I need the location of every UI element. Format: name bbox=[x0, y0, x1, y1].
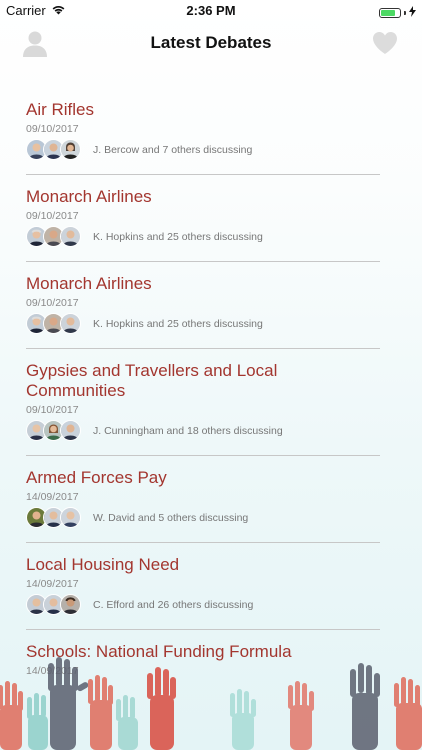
avatar bbox=[60, 313, 81, 334]
discussion-text: C. Efford and 26 others discussing bbox=[93, 598, 254, 611]
discussion-text: K. Hopkins and 25 others discussing bbox=[93, 230, 263, 243]
debate-meta: W. David and 5 others discussing bbox=[26, 507, 380, 528]
debate-date: 14/09/2017 bbox=[26, 578, 79, 590]
avatar bbox=[60, 226, 81, 247]
debate-date: 09/10/2017 bbox=[26, 210, 79, 222]
page-title: Latest Debates bbox=[150, 33, 272, 52]
nav-bar: Latest Debates bbox=[0, 22, 422, 66]
debate-date: 09/10/2017 bbox=[26, 123, 79, 135]
debate-title: Monarch Airlines bbox=[26, 274, 152, 293]
debate-item[interactable]: Local Housing Need 14/09/2017 C. Efford … bbox=[26, 543, 380, 630]
debate-item[interactable]: Air Rifles 09/10/2017 J. Bercow and 7 ot… bbox=[26, 88, 380, 175]
status-time: 2:36 PM bbox=[186, 3, 236, 18]
debate-meta: K. Hopkins and 25 others discussing bbox=[26, 313, 380, 334]
discussion-text: J. Bercow and 7 others discussing bbox=[93, 143, 253, 156]
debate-title: Gypsies and Travellers and Local Communi… bbox=[26, 361, 278, 400]
participant-avatars bbox=[26, 139, 81, 160]
participant-avatars bbox=[26, 594, 81, 615]
debate-date: 14/09/2017 bbox=[26, 665, 79, 677]
avatar bbox=[60, 594, 81, 615]
debate-title: Monarch Airlines bbox=[26, 187, 152, 206]
participant-avatars bbox=[26, 313, 81, 334]
debate-item[interactable]: Armed Forces Pay 14/09/2017 W. David and… bbox=[26, 456, 380, 543]
avatar bbox=[60, 139, 81, 160]
debate-item[interactable]: Schools: National Funding Formula 14/09/… bbox=[26, 630, 380, 691]
battery-area bbox=[379, 4, 416, 22]
discussion-text: J. Cunningham and 18 others discussing bbox=[93, 424, 283, 437]
discussion-text: K. Hopkins and 25 others discussing bbox=[93, 317, 263, 330]
debate-item[interactable]: Monarch Airlines 09/10/2017 K. Hopkins a… bbox=[26, 175, 380, 262]
battery-fill bbox=[381, 10, 396, 16]
debate-date: 09/10/2017 bbox=[26, 404, 79, 416]
heart-icon[interactable] bbox=[372, 31, 398, 55]
participant-avatars bbox=[26, 226, 81, 247]
participant-avatars bbox=[26, 420, 81, 441]
debate-title: Local Housing Need bbox=[26, 555, 180, 574]
debate-meta: C. Efford and 26 others discussing bbox=[26, 594, 380, 615]
debate-item[interactable]: Monarch Airlines 09/10/2017 K. Hopkins a… bbox=[26, 262, 380, 349]
debate-meta: K. Hopkins and 25 others discussing bbox=[26, 226, 380, 247]
debate-title: Armed Forces Pay bbox=[26, 468, 167, 487]
debate-title: Schools: National Funding Formula bbox=[26, 642, 292, 661]
debate-item[interactable]: Gypsies and Travellers and Local Communi… bbox=[26, 349, 380, 456]
battery-tip bbox=[404, 11, 406, 15]
participant-avatars bbox=[26, 507, 81, 528]
discussion-text: W. David and 5 others discussing bbox=[93, 511, 249, 524]
debate-title: Air Rifles bbox=[26, 100, 95, 119]
avatar bbox=[60, 507, 81, 528]
debate-meta: J. Bercow and 7 others discussing bbox=[26, 139, 380, 160]
debate-meta: J. Cunningham and 18 others discussing bbox=[26, 420, 380, 441]
battery-icon bbox=[379, 8, 401, 18]
status-bar: Carrier 2:36 PM bbox=[0, 0, 422, 22]
debate-date: 09/10/2017 bbox=[26, 297, 79, 309]
debate-date: 14/09/2017 bbox=[26, 491, 79, 503]
debate-list: Air Rifles 09/10/2017 J. Bercow and 7 ot… bbox=[26, 88, 380, 691]
charging-icon bbox=[409, 4, 416, 22]
avatar bbox=[60, 420, 81, 441]
